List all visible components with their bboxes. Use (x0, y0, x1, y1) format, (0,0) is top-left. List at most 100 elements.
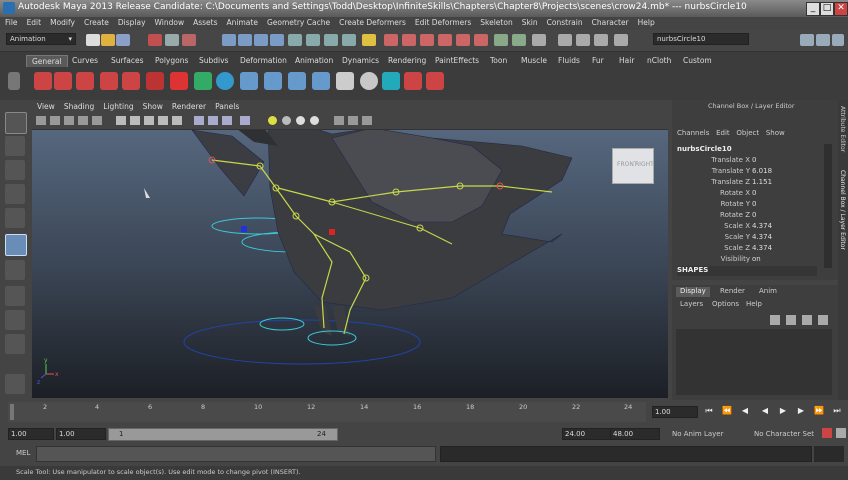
outliner-icon[interactable] (558, 34, 572, 46)
quick-select-field[interactable]: nurbsCircle10 (653, 33, 749, 45)
range-slider[interactable]: 1 24 (108, 428, 338, 441)
new-layer-icon[interactable] (802, 315, 812, 325)
shelf-tab-rendering[interactable]: Rendering (383, 55, 431, 66)
shelf-tab-muscle[interactable]: Muscle (516, 55, 552, 66)
ipr-render-icon[interactable] (402, 34, 416, 46)
grid-icon[interactable] (78, 116, 88, 125)
help-icon[interactable] (34, 72, 52, 90)
curve-tool-icon[interactable] (122, 72, 140, 90)
playback-end-field[interactable]: 24.00 (562, 428, 612, 440)
smooth-shade-icon[interactable] (130, 116, 140, 125)
revolve-icon[interactable] (170, 72, 188, 90)
time-slider[interactable]: 2 4 6 8 10 12 14 16 18 20 22 24 (8, 402, 646, 422)
menu-assets[interactable]: Assets (188, 17, 221, 27)
scale-handle-x[interactable] (241, 226, 247, 232)
shelf-tab-fluids[interactable]: Fluids (553, 55, 585, 66)
object-menu[interactable]: Object (736, 129, 759, 137)
last-tool-icon[interactable] (5, 334, 25, 354)
anim-layer-dropdown[interactable]: No Anim Layer (672, 430, 723, 438)
deformer-icon[interactable] (336, 72, 354, 90)
shelf-tab-custom[interactable]: Custom (678, 55, 717, 66)
material-icon[interactable] (382, 72, 400, 90)
layer-list[interactable] (676, 329, 832, 395)
attribute-value[interactable]: 0 (752, 200, 756, 208)
menu-modify[interactable]: Modify (45, 17, 79, 27)
attribute-row[interactable]: Scale X 4.374 (672, 222, 822, 233)
shading-sphere-icon[interactable] (360, 72, 378, 90)
shelf-tab-polygons[interactable]: Polygons (150, 55, 193, 66)
wireframe-on-shaded-icon[interactable] (144, 116, 154, 125)
viewport-menu-renderer[interactable]: Renderer (167, 102, 210, 111)
snap-point-icon[interactable] (254, 34, 268, 46)
select-object-icon[interactable] (165, 34, 179, 46)
attribute-value[interactable]: 0 (752, 189, 756, 197)
script-editor-icon[interactable] (814, 446, 844, 462)
minimize-button[interactable]: _ (806, 2, 820, 16)
viewport-menu-lighting[interactable]: Lighting (98, 102, 137, 111)
film-gate-icon[interactable] (92, 116, 102, 125)
step-back-key-icon[interactable]: ◀ (740, 406, 750, 416)
input-line-icon[interactable] (494, 34, 508, 46)
camera-icon[interactable] (532, 34, 546, 46)
layer-tab-anim[interactable]: Anim (759, 287, 777, 297)
maximize-button[interactable]: □ (820, 2, 834, 16)
go-to-start-icon[interactable]: ⏮ (704, 406, 714, 416)
scale-tool-icon[interactable] (5, 234, 27, 256)
menu-create[interactable]: Create (79, 17, 113, 27)
menu-display[interactable]: Display (113, 17, 150, 27)
current-frame-field[interactable]: 1.00 (652, 406, 698, 418)
show-menu[interactable]: Show (766, 129, 785, 137)
menu-set-dropdown[interactable]: Animation ▾ (6, 33, 76, 45)
attribute-value[interactable]: 0 (752, 211, 756, 219)
input-output-icon[interactable] (342, 34, 356, 46)
camera-attributes-icon[interactable] (36, 116, 46, 125)
end-time-field[interactable]: 48.00 (610, 428, 660, 440)
manipulator-tool-icon[interactable] (5, 260, 25, 280)
command-language-label[interactable]: MEL (16, 449, 30, 457)
playback-start-field[interactable]: 1.00 (56, 428, 106, 440)
layout-icon[interactable] (5, 374, 25, 394)
step-back-frame-icon[interactable]: ⏪ (722, 406, 732, 416)
textured-icon[interactable] (158, 116, 168, 125)
attribute-row[interactable]: Visibility on (672, 255, 822, 266)
menu-edit-deformers[interactable]: Edit Deformers (410, 17, 475, 27)
view-cube-right[interactable]: RIGHT (635, 161, 654, 168)
construction-history-icon[interactable] (324, 34, 338, 46)
tools-icon[interactable] (100, 72, 118, 90)
edit-menu[interactable]: Edit (716, 129, 730, 137)
relative-transform-icon[interactable] (512, 34, 526, 46)
select-component-icon[interactable] (182, 34, 196, 46)
new-scene-icon[interactable] (86, 34, 100, 46)
lock-icon[interactable] (362, 34, 376, 46)
options-menu[interactable]: Options (712, 300, 739, 308)
render-region-icon[interactable] (474, 34, 488, 46)
default-lighting-icon[interactable] (208, 116, 218, 125)
attribute-value[interactable]: 4.374 (752, 233, 772, 241)
move-layer-down-icon[interactable] (786, 315, 796, 325)
menu-character[interactable]: Character (587, 17, 633, 27)
graph-editor-icon[interactable] (576, 34, 590, 46)
attribute-value[interactable]: 1.151 (752, 178, 772, 186)
shapes-section[interactable]: SHAPES (677, 266, 817, 276)
paint-select-tool-icon[interactable] (5, 160, 25, 180)
attribute-editor-icon[interactable] (816, 34, 830, 46)
subdiv-icon[interactable] (312, 72, 330, 90)
shelf-tab-animation[interactable]: Animation (290, 55, 338, 66)
channels-menu[interactable]: Channels (677, 129, 709, 137)
poly-cube-icon[interactable] (240, 72, 258, 90)
rotate-tool-icon[interactable] (5, 208, 25, 228)
viewport-menu-shading[interactable]: Shading (59, 102, 98, 111)
shelf-tab-dynamics[interactable]: Dynamics (337, 55, 384, 66)
open-scene-icon[interactable] (101, 34, 115, 46)
play-forwards-icon[interactable]: ▶ (778, 406, 788, 416)
attribute-value[interactable]: 4.374 (752, 244, 772, 252)
auto-key-icon[interactable] (822, 428, 832, 438)
shelf-tab-general[interactable]: General (26, 55, 68, 67)
viewport-menu-show[interactable]: Show (138, 102, 167, 111)
shelf-tab-toon[interactable]: Toon (485, 55, 512, 66)
shelf-tab-painteffects[interactable]: PaintEffects (430, 55, 484, 66)
menu-constrain[interactable]: Constrain (542, 17, 587, 27)
new-layer-selected-icon[interactable] (818, 315, 828, 325)
snap-plane-icon[interactable] (270, 34, 284, 46)
history-icon[interactable] (306, 34, 320, 46)
